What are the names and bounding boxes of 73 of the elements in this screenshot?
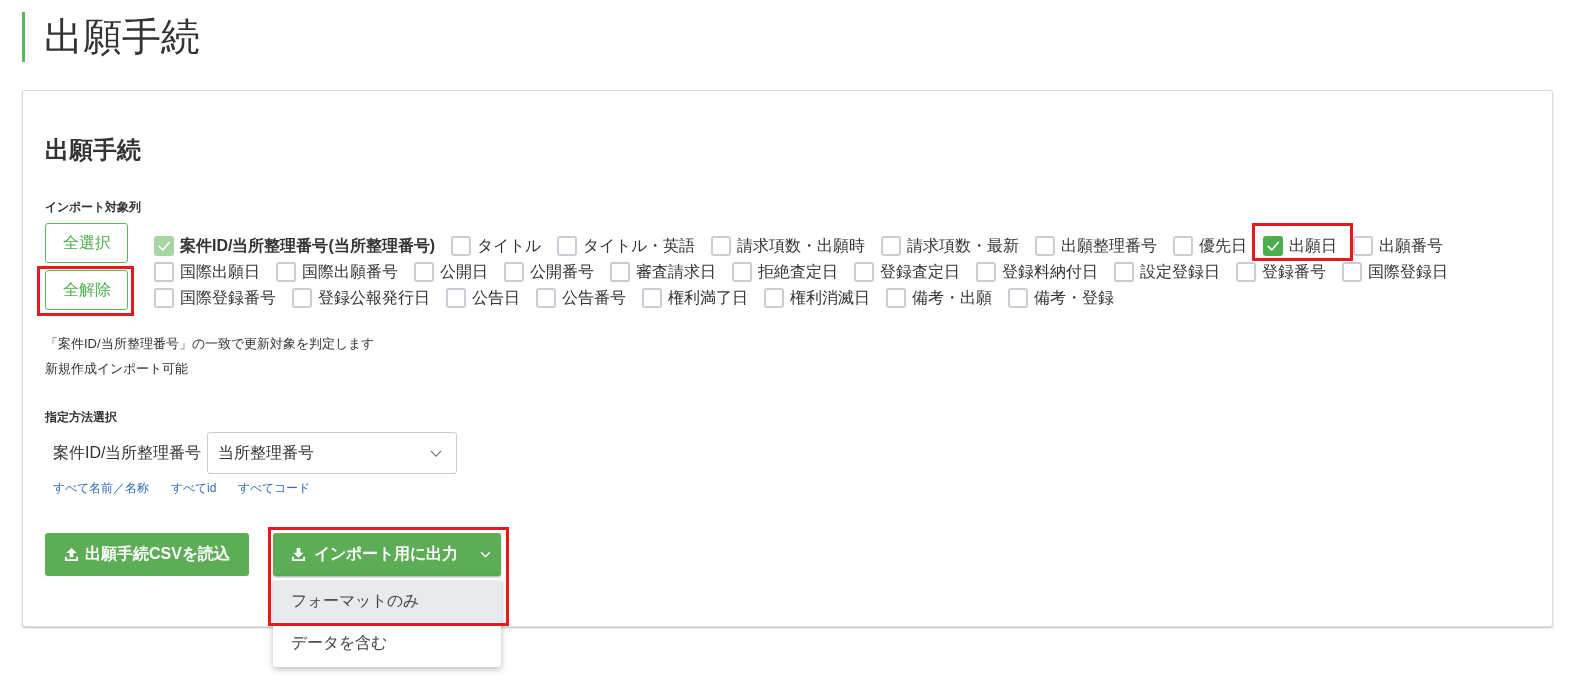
checkbox-label: 国際登録日 — [1368, 261, 1448, 282]
link[interactable]: すべてid — [171, 479, 217, 497]
checkbox[interactable] — [154, 262, 174, 282]
menu-item[interactable]: データを含む — [273, 622, 501, 664]
checkbox-label: 公告日 — [472, 287, 520, 308]
checkbox[interactable] — [1342, 262, 1362, 282]
checkbox[interactable] — [1263, 236, 1284, 256]
page-title: 出願手続 — [22, 12, 208, 62]
checkbox[interactable] — [886, 288, 906, 308]
link[interactable]: すべてコード — [238, 479, 311, 497]
checkbox-label: 設定登録日 — [1140, 261, 1220, 282]
checkbox[interactable] — [1236, 262, 1256, 282]
checkbox-label: 請求項数・出願時 — [737, 235, 866, 256]
upload-icon — [64, 547, 80, 562]
checkbox-label: 案件ID/当所整理番号(当所整理番号) — [180, 235, 436, 256]
caret-icon — [480, 551, 491, 558]
chevron-down-icon — [430, 449, 443, 457]
checkbox-label: 出願番号 — [1379, 235, 1444, 256]
checkbox[interactable] — [711, 236, 732, 256]
checkbox-label: 備考・登録 — [1034, 287, 1114, 308]
checkbox-label: 優先日 — [1199, 235, 1248, 256]
checkbox-label: 国際出願番号 — [302, 261, 398, 282]
checkbox-label: 公開番号 — [530, 261, 594, 282]
checkbox-label: 審査請求日 — [636, 261, 716, 282]
checkbox-label: 公開日 — [440, 261, 488, 282]
checkbox[interactable] — [764, 288, 784, 308]
menu-item[interactable]: フォーマットのみ — [273, 580, 501, 622]
checkbox[interactable] — [446, 288, 466, 308]
checkbox[interactable] — [976, 262, 996, 282]
checkbox-label: 登録料納付日 — [1002, 261, 1098, 282]
section-label: 指定方法選択 — [45, 409, 118, 425]
note-text: 「案件ID/当所整理番号」の一致で更新対象を判定します — [45, 335, 375, 353]
note-text: 新規作成インポート可能 — [45, 360, 189, 378]
checkbox-label: 拒絶査定日 — [758, 261, 838, 282]
checkbox[interactable] — [854, 262, 874, 282]
checkbox-label: 登録番号 — [1262, 261, 1326, 282]
checkbox-label: 公告番号 — [562, 287, 626, 308]
checkbox[interactable] — [557, 236, 578, 256]
checkbox-label: 出願整理番号 — [1061, 235, 1158, 256]
checkbox-label: 国際登録番号 — [180, 287, 276, 308]
section-label: インポート対象列 — [45, 199, 142, 215]
checkbox[interactable] — [1173, 236, 1194, 256]
checkbox-label: 備考・出願 — [912, 287, 992, 308]
checkbox[interactable] — [504, 262, 524, 282]
checkbox-label: 出願日 — [1289, 235, 1338, 256]
checkbox[interactable] — [292, 288, 312, 308]
select-field[interactable]: 当所整理番号 — [207, 432, 458, 474]
checkbox-label: 権利満了日 — [668, 287, 748, 308]
checkbox[interactable] — [1114, 262, 1134, 282]
checkbox-label: 登録公報発行日 — [318, 287, 430, 308]
checkbox-label: タイトル・英語 — [583, 235, 696, 256]
checkbox-label: タイトル — [477, 235, 542, 256]
checkbox[interactable] — [536, 288, 556, 308]
checkbox[interactable] — [610, 262, 630, 282]
checkbox[interactable] — [414, 262, 434, 282]
field-label: 案件ID/当所整理番号 — [53, 442, 202, 463]
checkbox[interactable] — [642, 288, 662, 308]
section-title: 出願手続 — [45, 135, 142, 165]
download-icon — [291, 547, 306, 562]
checkbox-label: 権利消滅日 — [790, 287, 870, 308]
select-toggle-button[interactable]: 全選択 — [45, 223, 128, 263]
checkbox[interactable] — [451, 236, 472, 256]
checkbox-label: 請求項数・最新 — [907, 235, 1020, 256]
checkbox[interactable] — [1035, 236, 1056, 256]
checkbox[interactable] — [732, 262, 752, 282]
link[interactable]: すべて名前／名称 — [53, 479, 149, 497]
checkbox[interactable] — [1353, 236, 1374, 256]
checkbox-label: 登録査定日 — [880, 261, 960, 282]
checkbox-label: 国際出願日 — [180, 261, 260, 282]
checkbox[interactable] — [154, 288, 174, 308]
checkbox[interactable] — [881, 236, 902, 256]
checkbox[interactable] — [276, 262, 296, 282]
checkbox[interactable] — [1008, 288, 1028, 308]
